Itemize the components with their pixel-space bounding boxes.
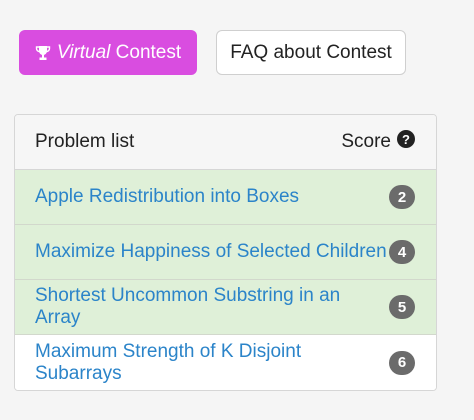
score-header: Score ? <box>341 130 415 153</box>
problem-list-header: Problem list Score ? <box>15 115 436 170</box>
problem-list-panel: Problem list Score ? Apple Redistributio… <box>14 114 437 391</box>
virtual-label: Virtual <box>56 41 111 63</box>
problem-row: Maximize Happiness of Selected Children … <box>15 225 436 280</box>
problem-link[interactable]: Maximize Happiness of Selected Children <box>35 241 387 263</box>
score-badge: 2 <box>389 185 415 209</box>
trophy-icon <box>35 45 51 60</box>
problem-link[interactable]: Shortest Uncommon Substring in an Array <box>35 285 389 329</box>
problem-row: Apple Redistribution into Boxes 2 <box>15 170 436 225</box>
score-label: Score <box>341 131 391 152</box>
problem-row: Maximum Strength of K Disjoint Subarrays… <box>15 335 436 390</box>
problem-row: Shortest Uncommon Substring in an Array … <box>15 280 436 335</box>
contest-label: Contest <box>115 41 182 63</box>
virtual-contest-button[interactable]: Virtual Contest <box>19 30 197 75</box>
problem-list-title: Problem list <box>35 131 135 152</box>
score-badge: 6 <box>389 350 415 375</box>
faq-about-contest-button[interactable]: FAQ about Contest <box>216 30 406 75</box>
score-badge: 4 <box>389 240 415 264</box>
problem-link[interactable]: Maximum Strength of K Disjoint Subarrays <box>35 341 389 385</box>
question-circle-icon[interactable]: ? <box>397 130 415 148</box>
problem-link[interactable]: Apple Redistribution into Boxes <box>35 186 299 208</box>
score-badge: 5 <box>389 295 415 319</box>
